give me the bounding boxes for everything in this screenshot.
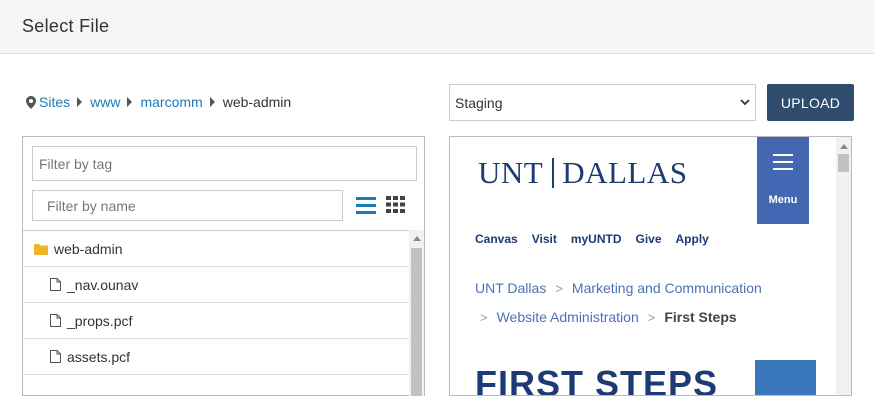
nav-link-canvas[interactable]: Canvas [475, 232, 518, 246]
list-item[interactable]: _props.pcf [23, 303, 409, 339]
blue-block [755, 360, 816, 395]
list-item-label: _nav.ounav [67, 276, 139, 293]
scroll-up-icon[interactable] [840, 144, 848, 149]
logo-divider [552, 158, 555, 188]
preview-panel: UNT DALLAS Menu Canvas Visit myUNTD Give… [449, 136, 852, 396]
nav-link-myuntd[interactable]: myUNTD [571, 232, 622, 246]
dialog-header: Select File [0, 0, 874, 54]
list-item-label: web-admin [54, 240, 123, 257]
crumb-section[interactable]: Marketing and Communication [572, 280, 762, 296]
file-list: web-admin _nav.ounav _props.pcf assets.p… [23, 230, 424, 375]
preview-breadcrumb: UNT Dallas > Marketing and Communication [475, 280, 762, 296]
breadcrumb-marcomm[interactable]: marcomm [140, 94, 202, 110]
caret-right-icon [127, 97, 133, 107]
menu-button[interactable]: Menu [757, 137, 809, 224]
filter-by-tag-placeholder: Filter by tag [39, 155, 113, 172]
crumb-current: First Steps [664, 309, 737, 325]
file-list-scrollbar[interactable] [409, 230, 424, 396]
chevron-down-icon [740, 99, 750, 106]
nav-link-apply[interactable]: Apply [676, 232, 709, 246]
scrollbar-thumb[interactable] [411, 248, 422, 396]
preview-nav: Canvas Visit myUNTD Give Apply [475, 232, 723, 246]
logo-text-left: UNT [478, 155, 544, 190]
breadcrumb: Sites www marcomm web-admin [26, 94, 291, 110]
location-pin-icon [26, 95, 36, 109]
scroll-up-icon[interactable] [413, 236, 421, 241]
environment-select[interactable]: Staging [449, 84, 756, 121]
environment-select-value: Staging [455, 94, 503, 111]
preview-scrollbar[interactable] [836, 137, 851, 395]
list-item-label: assets.pcf [67, 348, 131, 365]
preview-breadcrumb-line-2: > Website Administration > First Steps [475, 309, 737, 325]
crumb-separator: > [555, 280, 563, 296]
caret-right-icon [209, 97, 215, 107]
file-icon [50, 350, 61, 363]
file-icon [50, 314, 61, 327]
crumb-separator: > [647, 309, 656, 325]
filter-by-name-placeholder: Filter by name [47, 197, 136, 214]
file-icon [50, 278, 61, 291]
logo-text-right: DALLAS [562, 155, 688, 190]
list-item-folder[interactable]: web-admin [23, 231, 409, 267]
scrollbar-thumb[interactable] [838, 154, 849, 172]
dialog-title: Select File [22, 16, 110, 36]
file-browser-panel: Filter by tag Filter by name web-admin _… [22, 136, 425, 396]
hamburger-icon [773, 154, 793, 175]
breadcrumb-www[interactable]: www [90, 94, 120, 110]
filter-by-tag-input[interactable]: Filter by tag [32, 146, 417, 181]
upload-button[interactable]: UPLOAD [767, 84, 854, 121]
grid-view-icon[interactable] [386, 196, 405, 213]
menu-label: Menu [768, 194, 798, 206]
breadcrumb-current: web-admin [222, 94, 292, 110]
list-item-label: _props.pcf [67, 312, 133, 329]
nav-link-visit[interactable]: Visit [532, 232, 557, 246]
breadcrumb-sites[interactable]: Sites [39, 94, 70, 110]
list-item[interactable]: _nav.ounav [23, 267, 409, 303]
crumb-sub[interactable]: Website Administration [497, 309, 639, 325]
unt-dallas-logo[interactable]: UNT DALLAS [478, 155, 688, 191]
crumb-home[interactable]: UNT Dallas [475, 280, 546, 296]
nav-link-give[interactable]: Give [636, 232, 662, 246]
crumb-separator: > [480, 309, 488, 325]
list-item[interactable]: assets.pcf [23, 339, 409, 375]
page-heading: FIRST STEPS [475, 363, 719, 396]
list-view-icon[interactable] [356, 194, 376, 216]
filter-by-name-input[interactable]: Filter by name [32, 190, 343, 221]
caret-right-icon [77, 97, 83, 107]
folder-icon [34, 243, 48, 255]
